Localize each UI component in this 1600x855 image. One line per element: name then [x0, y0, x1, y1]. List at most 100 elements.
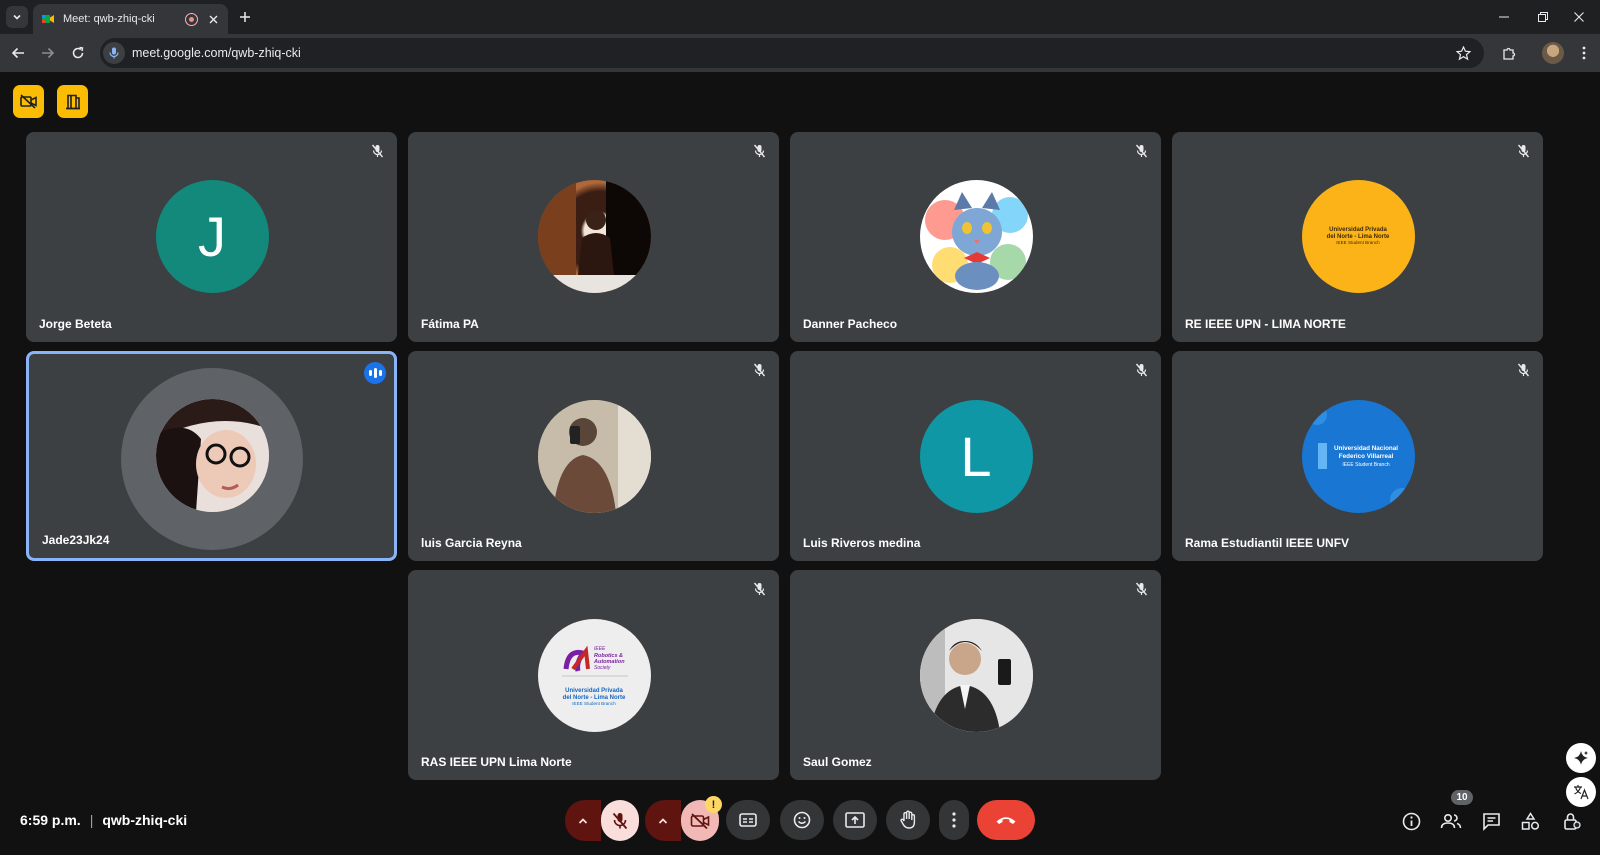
minimize-button[interactable]	[1493, 6, 1515, 28]
restore-button[interactable]	[1532, 6, 1554, 28]
plus-icon	[240, 12, 250, 22]
camera-off-chip[interactable]	[13, 85, 44, 118]
avatar-logo: Universidad Privada del Norte - Lima Nor…	[1301, 180, 1415, 293]
present-button[interactable]	[833, 800, 877, 840]
avatar: L	[919, 400, 1033, 513]
more-options-icon	[952, 812, 956, 828]
participant-name: Luis Riveros medina	[803, 536, 921, 550]
logo-line: IEEE Student Branch	[1342, 462, 1389, 468]
meeting-time: 6:59 p.m.	[20, 812, 81, 828]
reactions-button[interactable]	[780, 800, 824, 840]
participant-name: RAS IEEE UPN Lima Norte	[421, 755, 572, 769]
chat-button[interactable]	[1480, 810, 1502, 832]
reload-button[interactable]	[67, 42, 89, 64]
avatar-photo	[537, 400, 651, 513]
meeting-code: qwb-zhiq-cki	[102, 812, 188, 828]
camera-warning-badge[interactable]: !	[705, 796, 722, 813]
mic-muted-icon	[1515, 362, 1531, 378]
avatar: J	[155, 180, 269, 293]
logo-line: Society	[594, 665, 611, 671]
raise-hand-icon	[900, 810, 916, 829]
mic-off-icon	[612, 812, 628, 829]
mic-toggle-button[interactable]	[601, 800, 639, 841]
recording-indicator-icon	[185, 12, 198, 26]
captions-button[interactable]	[726, 800, 770, 840]
tab-search-button[interactable]	[6, 6, 28, 28]
browser-tab-meet[interactable]: Meet: qwb-zhiq-cki	[33, 4, 228, 34]
avatar-letter: J	[198, 205, 226, 268]
raise-hand-button[interactable]	[886, 800, 930, 840]
participant-tile[interactable]: Universidad Privada del Norte - Lima Nor…	[1172, 132, 1543, 342]
minimize-icon	[1499, 16, 1509, 18]
emoji-icon	[793, 811, 811, 829]
meeting-controls-bar: 6:59 p.m. | qwb-zhiq-cki ! 10	[0, 782, 1600, 855]
participant-count-badge: 10	[1451, 790, 1473, 805]
companion-mode-chip[interactable]	[57, 85, 88, 118]
participant-tile[interactable]: Universidad Nacional Federico Villarreal…	[1172, 351, 1543, 561]
info-separator: |	[89, 812, 94, 828]
mic-muted-icon	[1133, 362, 1149, 378]
profile-avatar[interactable]	[1542, 42, 1564, 64]
participant-tile-speaking[interactable]: Jade23Jk24	[26, 351, 397, 561]
close-icon	[1574, 12, 1584, 22]
forward-button[interactable]	[37, 42, 59, 64]
present-screen-icon	[845, 812, 865, 828]
host-controls-button[interactable]	[1560, 810, 1582, 832]
meet-surface: J Jorge Beteta Fátima PA Danner Pacheco …	[0, 72, 1600, 855]
logo-line: IEEE Student Branch	[1336, 240, 1380, 245]
puzzle-icon	[1502, 47, 1515, 60]
new-tab-button[interactable]	[235, 7, 255, 27]
end-call-icon	[996, 817, 1016, 824]
close-window-button[interactable]	[1568, 6, 1590, 28]
more-options-button[interactable]	[939, 800, 969, 840]
info-icon	[1402, 812, 1420, 830]
participant-name: Fátima PA	[421, 317, 479, 331]
tab-title: Meet: qwb-zhiq-cki	[63, 13, 155, 25]
browser-menu-button[interactable]	[1573, 42, 1595, 64]
camera-options-button[interactable]	[645, 800, 681, 841]
mic-muted-icon	[751, 581, 767, 597]
camera-options-chevron-icon	[658, 817, 668, 824]
participant-tile[interactable]: luis Garcia Reyna	[408, 351, 779, 561]
forward-arrow-icon	[42, 47, 55, 59]
logo-line: IEEE Student Branch	[572, 701, 616, 706]
activities-button[interactable]	[1519, 810, 1541, 832]
bookmark-star-icon[interactable]	[1452, 42, 1474, 64]
logo-line: Universidad Privada	[565, 688, 623, 694]
participant-tile[interactable]: J Jorge Beteta	[26, 132, 397, 342]
tab-close-icon[interactable]	[206, 12, 220, 26]
mic-muted-icon	[1133, 143, 1149, 159]
leave-call-button[interactable]	[977, 800, 1035, 840]
participant-tile[interactable]: Saul Gomez	[790, 570, 1161, 780]
host-controls-icon	[1563, 812, 1581, 830]
avatar-logo: Universidad Nacional Federico Villarreal…	[1301, 400, 1415, 513]
mic-options-button[interactable]	[565, 800, 601, 841]
google-meet-favicon-icon	[41, 12, 55, 26]
browser-toolbar: meet.google.com/qwb-zhiq-cki	[0, 34, 1600, 72]
gemini-sparkle-button[interactable]	[1566, 743, 1596, 773]
participant-tile[interactable]: L Luis Riveros medina	[790, 351, 1161, 561]
participant-name: luis Garcia Reyna	[421, 536, 522, 550]
logo-line: Universidad Nacional	[1333, 445, 1397, 452]
mic-muted-icon	[751, 143, 767, 159]
participant-tile[interactable]: Danner Pacheco	[790, 132, 1161, 342]
people-button[interactable]	[1440, 810, 1462, 832]
avatar-photo	[919, 619, 1033, 732]
site-mic-permission-icon[interactable]	[103, 42, 125, 64]
participant-tile[interactable]: IEEE Robotics & Automation Society Unive…	[408, 570, 779, 780]
extensions-button[interactable]	[1498, 42, 1520, 64]
mic-muted-icon	[1133, 581, 1149, 597]
avatar-letter: L	[960, 425, 992, 488]
logo-line: Federico Villarreal	[1338, 453, 1393, 460]
participant-name: Jorge Beteta	[39, 317, 112, 331]
meeting-details-button[interactable]	[1400, 810, 1422, 832]
participant-name: Jade23Jk24	[42, 533, 110, 547]
people-icon	[1440, 813, 1462, 829]
participant-tile[interactable]: Fátima PA	[408, 132, 779, 342]
sparkle-icon	[1574, 751, 1588, 765]
url-text: meet.google.com/qwb-zhiq-cki	[132, 46, 301, 60]
mic-options-chevron-icon	[578, 817, 588, 824]
address-bar[interactable]: meet.google.com/qwb-zhiq-cki	[100, 38, 1484, 68]
speaking-indicator-icon	[364, 362, 386, 384]
back-button[interactable]	[7, 42, 29, 64]
